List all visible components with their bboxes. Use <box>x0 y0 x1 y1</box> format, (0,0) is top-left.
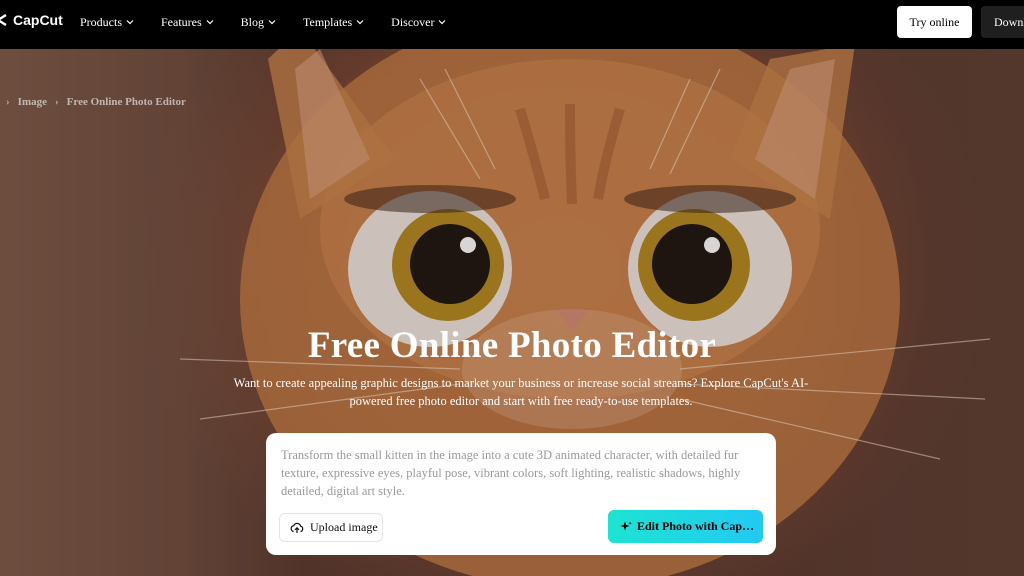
capcut-logo[interactable]: CapCut <box>0 12 63 28</box>
nav-item-label: Products <box>80 14 122 29</box>
hero-section: › Image › Free Online Photo Editor Free … <box>0 49 1024 576</box>
breadcrumb-item-current: Free Online Photo Editor <box>66 96 186 108</box>
page-title: Free Online Photo Editor <box>307 325 717 366</box>
chevron-right-icon: › <box>55 96 59 108</box>
chevron-down-icon <box>356 20 364 25</box>
nav-item-label: Blog <box>240 14 264 29</box>
breadcrumb: › Image › Free Online Photo Editor <box>6 96 186 108</box>
nav-item-products[interactable]: Products <box>80 15 134 30</box>
chevron-right-icon: › <box>6 96 10 108</box>
chevron-down-icon <box>126 20 134 25</box>
edit-photo-button[interactable]: Edit Photo with Cap… <box>608 510 763 543</box>
chevron-down-icon <box>206 20 214 25</box>
nav-item-features[interactable]: Features <box>161 15 214 30</box>
cloud-upload-icon <box>290 522 304 533</box>
nav-item-label: Discover <box>391 14 435 29</box>
sparkle-icon <box>620 521 632 530</box>
page-subtitle: Want to create appealing graphic designs… <box>233 376 809 408</box>
nav-menu: Products Features Blog Templates Discove… <box>80 0 473 44</box>
top-nav: CapCut Products Features Blog Templates … <box>0 0 1024 49</box>
try-online-button[interactable]: Try online <box>897 6 972 38</box>
chevron-down-icon <box>268 20 276 25</box>
logo-text: CapCut <box>13 12 63 28</box>
prompt-input[interactable]: Transform the small kitten in the image … <box>281 446 766 500</box>
download-button[interactable]: Downl <box>981 6 1024 38</box>
prompt-card: Transform the small kitten in the image … <box>266 433 776 555</box>
nav-item-blog[interactable]: Blog <box>241 15 276 30</box>
nav-item-templates[interactable]: Templates <box>303 15 364 30</box>
upload-image-button[interactable]: Upload image <box>279 513 383 542</box>
chevron-down-icon <box>439 20 446 25</box>
edit-photo-label: Edit Photo with Cap… <box>637 519 755 533</box>
nav-item-discover[interactable]: Discover <box>391 15 446 30</box>
nav-item-label: Features <box>161 14 202 29</box>
capcut-logo-icon <box>0 13 7 27</box>
breadcrumb-item-image[interactable]: Image <box>18 96 47 108</box>
upload-image-label: Upload image <box>310 520 378 534</box>
nav-item-label: Templates <box>303 14 353 29</box>
